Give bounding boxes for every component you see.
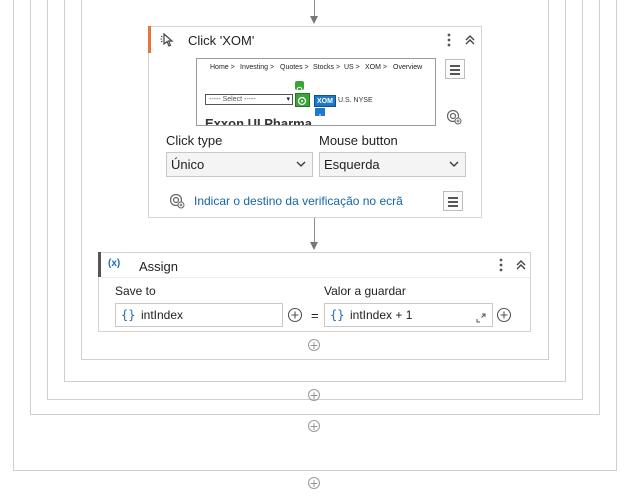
save-to-label: Save to: [115, 284, 156, 298]
expand-icon[interactable]: [475, 309, 487, 323]
connector-line: [314, 0, 315, 16]
mouse-button-label: Mouse button: [319, 133, 398, 148]
add-activity-button[interactable]: +: [308, 477, 320, 489]
click-type-select[interactable]: Único: [166, 152, 313, 177]
anchor-marker-icon: [295, 81, 304, 93]
chevron-down-icon: ▾: [286, 96, 290, 103]
target-icon[interactable]: [446, 109, 462, 125]
add-activity-button[interactable]: +: [308, 339, 320, 351]
more-vertical-icon[interactable]: [444, 31, 454, 49]
connector-line: [314, 218, 315, 242]
value-label: Valor a guardar: [324, 284, 406, 298]
chevron-down-icon: [449, 153, 459, 185]
anchor-selection-icon: [295, 93, 310, 107]
click-type-label: Click type: [166, 133, 223, 148]
hamburger-menu-icon[interactable]: [445, 59, 465, 79]
add-activity-button[interactable]: +: [308, 420, 320, 432]
more-vertical-icon[interactable]: [496, 256, 506, 274]
variable-icon: (x): [108, 258, 121, 269]
chevron-down-icon: [296, 153, 306, 185]
breadcrumb-investing: Investing >: [240, 64, 275, 71]
save-to-value: intIndex: [141, 308, 184, 322]
screenshot-select: ----- Select ----- ▾: [205, 94, 293, 105]
save-to-input[interactable]: {} intIndex: [115, 303, 283, 327]
assign-activity[interactable]: (x) Assign Save to Valor a guardar {} in…: [98, 252, 531, 332]
value-input[interactable]: {} intIndex + 1: [324, 303, 493, 327]
verify-target-link[interactable]: Indicar o destino da verificação no ecrã: [194, 194, 403, 208]
equals-sign: =: [311, 308, 319, 323]
assign-activity-title: Assign: [139, 259, 179, 274]
mouse-button-select[interactable]: Esquerda: [319, 152, 466, 177]
activity-accent-bar: [148, 26, 151, 53]
target-marker-icon: [315, 108, 325, 120]
expression-braces-icon: {}: [121, 308, 136, 322]
company-name: Exxon UI Pharma: [205, 116, 312, 126]
value-value: intIndex + 1: [350, 308, 413, 322]
click-activity[interactable]: Click 'XOM' Home > Investing > Quotes > …: [148, 26, 482, 218]
chevron-double-up-icon[interactable]: [514, 257, 528, 273]
connector-arrow: [310, 16, 318, 24]
click-activity-title: Click 'XOM': [188, 33, 255, 48]
mouse-button-value: Esquerda: [324, 157, 380, 172]
click-type-value: Único: [171, 157, 205, 172]
target-screenshot[interactable]: Home > Investing > Quotes > Stocks > US …: [196, 58, 436, 126]
breadcrumb-us: US >: [344, 64, 360, 71]
verify-target-icon[interactable]: [169, 193, 185, 209]
expression-braces-icon: {}: [330, 308, 345, 322]
breadcrumb-xom: XOM >: [365, 64, 387, 71]
connector-arrow: [310, 242, 318, 250]
add-activity-button[interactable]: +: [308, 389, 320, 401]
plus-circle-icon[interactable]: [287, 307, 303, 323]
click-activity-icon: [159, 32, 175, 48]
chevron-double-up-icon[interactable]: [463, 32, 477, 48]
breadcrumb-overview: Overview: [393, 64, 423, 71]
activity-accent-bar: [98, 252, 101, 277]
breadcrumb-stocks: Stocks >: [313, 64, 341, 71]
breadcrumb-quotes: Quotes >: [280, 64, 309, 71]
exchange-label: U.S. NYSE: [338, 97, 373, 104]
screenshot-select-text: ----- Select -----: [209, 96, 256, 103]
plus-circle-icon[interactable]: [496, 307, 512, 323]
breadcrumb-home: Home >: [210, 64, 235, 71]
ticker-badge: XOM: [314, 95, 336, 107]
hamburger-menu-icon[interactable]: [443, 191, 463, 211]
assign-header-divider: [101, 277, 530, 278]
